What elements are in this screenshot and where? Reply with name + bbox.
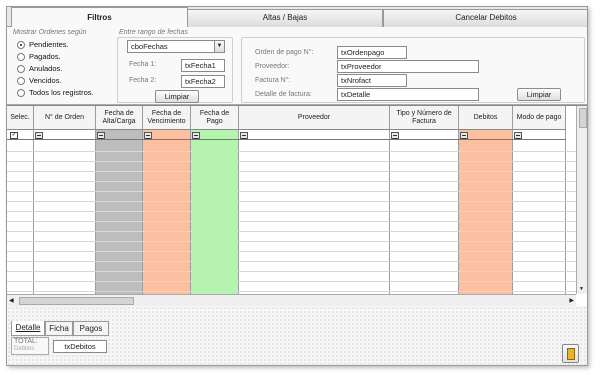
invoice-field[interactable]: txNrofact bbox=[337, 74, 407, 87]
radio-label: Todos los registros. bbox=[29, 88, 94, 97]
show-group-label: Mostrar Ordenes según bbox=[13, 29, 87, 36]
table-row[interactable] bbox=[7, 241, 576, 242]
tab-filtros[interactable]: Filtros bbox=[11, 7, 188, 28]
detail-label: Detalle de factura: bbox=[255, 91, 312, 98]
horizontal-scroll-thumb[interactable] bbox=[19, 297, 134, 305]
filter-icon[interactable] bbox=[144, 132, 152, 139]
tab-detalle[interactable]: Detalle bbox=[11, 321, 45, 336]
table-row[interactable] bbox=[7, 151, 576, 152]
filter-icon[interactable] bbox=[514, 132, 522, 139]
app-window: Altas / Bajas Cancelar Debitos Filtros M… bbox=[6, 6, 588, 366]
table-row[interactable] bbox=[7, 291, 576, 292]
filter-cell bbox=[34, 131, 96, 140]
column-header[interactable]: Fecha de Pago bbox=[191, 106, 239, 130]
radio-vencidos[interactable]: Vencidos. bbox=[17, 75, 62, 86]
column-header[interactable]: Selec. bbox=[7, 106, 34, 130]
radio-label: Vencidos. bbox=[29, 76, 62, 85]
provider-field[interactable]: txProveedor bbox=[337, 60, 479, 73]
filter-icon[interactable] bbox=[97, 132, 105, 139]
table-row[interactable] bbox=[7, 231, 576, 232]
radio-pendientes[interactable]: Pendientes. bbox=[17, 39, 69, 50]
provider-label: Proveedor: bbox=[255, 63, 290, 70]
vertical-scroll-thumb[interactable] bbox=[579, 108, 587, 128]
clear-button[interactable]: Limpiar bbox=[517, 88, 561, 101]
filter-panel: Mostrar Ordenes según Pendientes. Pagado… bbox=[7, 27, 587, 105]
table-row[interactable] bbox=[7, 261, 576, 262]
date-combo[interactable]: cboFechas ▼ bbox=[127, 40, 225, 53]
column-header[interactable]: Fecha de Vencimiento bbox=[143, 106, 191, 130]
filter-icon[interactable] bbox=[460, 132, 468, 139]
fecha1-field[interactable]: txFecha1 bbox=[181, 59, 225, 72]
column-header[interactable]: N° de Orden bbox=[34, 106, 96, 130]
table-row[interactable] bbox=[7, 281, 576, 282]
radio-button[interactable] bbox=[17, 76, 25, 85]
table-row[interactable] bbox=[7, 181, 576, 182]
bottom-panel: Detalle Ficha Pagos TOTAL: Debitos txDeb… bbox=[7, 306, 587, 365]
column-header[interactable]: Tipo y Número de Factura bbox=[390, 106, 459, 130]
date-group-label: Entre rango de fechas bbox=[119, 29, 188, 36]
date-combo-value: cboFechas bbox=[131, 42, 168, 51]
orders-grid: Selec. ✓ N° de Orden Fecha de Alta/Carga Fec… bbox=[7, 105, 587, 306]
filter-icon[interactable] bbox=[35, 132, 43, 139]
filter-icon[interactable] bbox=[391, 132, 399, 139]
column-header[interactable]: Proveedor bbox=[239, 106, 390, 130]
radio-label: Anulados. bbox=[29, 64, 63, 73]
tab-ficha-label: Ficha bbox=[49, 324, 69, 333]
tab-altas-bajas[interactable]: Altas / Bajas bbox=[187, 9, 383, 27]
radio-label: Pagados. bbox=[29, 52, 61, 61]
radio-button[interactable] bbox=[17, 52, 25, 61]
select-all-checkbox[interactable]: ✓ bbox=[10, 132, 18, 139]
document-icon-body bbox=[567, 348, 575, 360]
scroll-down-icon[interactable]: ▼ bbox=[579, 286, 584, 292]
tab-detalle-label: Detalle bbox=[15, 323, 41, 332]
tab-ficha[interactable]: Ficha bbox=[45, 321, 73, 336]
table-row[interactable] bbox=[7, 211, 576, 212]
document-icon[interactable] bbox=[562, 344, 579, 363]
column-header[interactable]: Debitos bbox=[459, 106, 513, 130]
radio-button[interactable] bbox=[17, 88, 25, 97]
fecha2-label: Fecha 2: bbox=[129, 77, 157, 84]
total-sub-label: Debitos bbox=[14, 346, 35, 352]
tab-pagos[interactable]: Pagos bbox=[73, 321, 109, 336]
column-header[interactable]: Fecha de Alta/Carga bbox=[96, 106, 143, 130]
table-row[interactable] bbox=[7, 221, 576, 222]
total-label-box: TOTAL: Debitos bbox=[11, 337, 49, 355]
column-header[interactable]: Modo de pago bbox=[513, 106, 566, 130]
filter-icon[interactable] bbox=[192, 132, 200, 139]
tab-pagos-label: Pagos bbox=[79, 324, 103, 333]
total-debitos-field: txDebitos bbox=[53, 340, 107, 353]
invoice-label: Factura N°: bbox=[255, 77, 291, 84]
order-label: Orden de pago N°: bbox=[255, 49, 314, 56]
scroll-right-icon[interactable]: ▶ bbox=[569, 297, 574, 304]
filter-icon[interactable] bbox=[240, 132, 248, 139]
table-row[interactable] bbox=[7, 161, 576, 162]
filter-cell bbox=[239, 131, 390, 140]
table-row[interactable] bbox=[7, 271, 576, 272]
fecha1-label: Fecha 1: bbox=[129, 61, 157, 68]
radio-anulados[interactable]: Anulados. bbox=[17, 63, 62, 74]
table-row[interactable] bbox=[7, 171, 576, 172]
radio-pagados[interactable]: Pagados. bbox=[17, 51, 61, 62]
radio-button[interactable] bbox=[17, 64, 25, 73]
horizontal-scrollbar[interactable]: ◀ ▶ bbox=[7, 294, 576, 306]
radio-todos[interactable]: Todos los registros. bbox=[17, 87, 94, 98]
order-field[interactable]: txOrdenpago bbox=[337, 46, 407, 59]
vertical-scrollbar[interactable]: ▼ bbox=[576, 106, 587, 294]
radio-button-selected[interactable] bbox=[17, 40, 25, 49]
top-tab-bar: Altas / Bajas Cancelar Debitos Filtros bbox=[7, 7, 587, 28]
radio-label: Pendientes. bbox=[29, 40, 69, 49]
scroll-left-icon[interactable]: ◀ bbox=[9, 297, 14, 304]
fecha2-field[interactable]: txFecha2 bbox=[181, 75, 225, 88]
table-row[interactable] bbox=[7, 251, 576, 252]
total-label: TOTAL: bbox=[14, 338, 38, 345]
clear-dates-button[interactable]: Limpiar bbox=[155, 90, 199, 103]
table-row[interactable] bbox=[7, 191, 576, 192]
chevron-down-icon[interactable]: ▼ bbox=[214, 41, 224, 52]
tab-cancelar-debitos[interactable]: Cancelar Debitos bbox=[383, 9, 587, 27]
table-row[interactable] bbox=[7, 201, 576, 202]
filter-cell bbox=[390, 131, 459, 140]
detail-field[interactable]: txDetalle bbox=[337, 88, 479, 101]
